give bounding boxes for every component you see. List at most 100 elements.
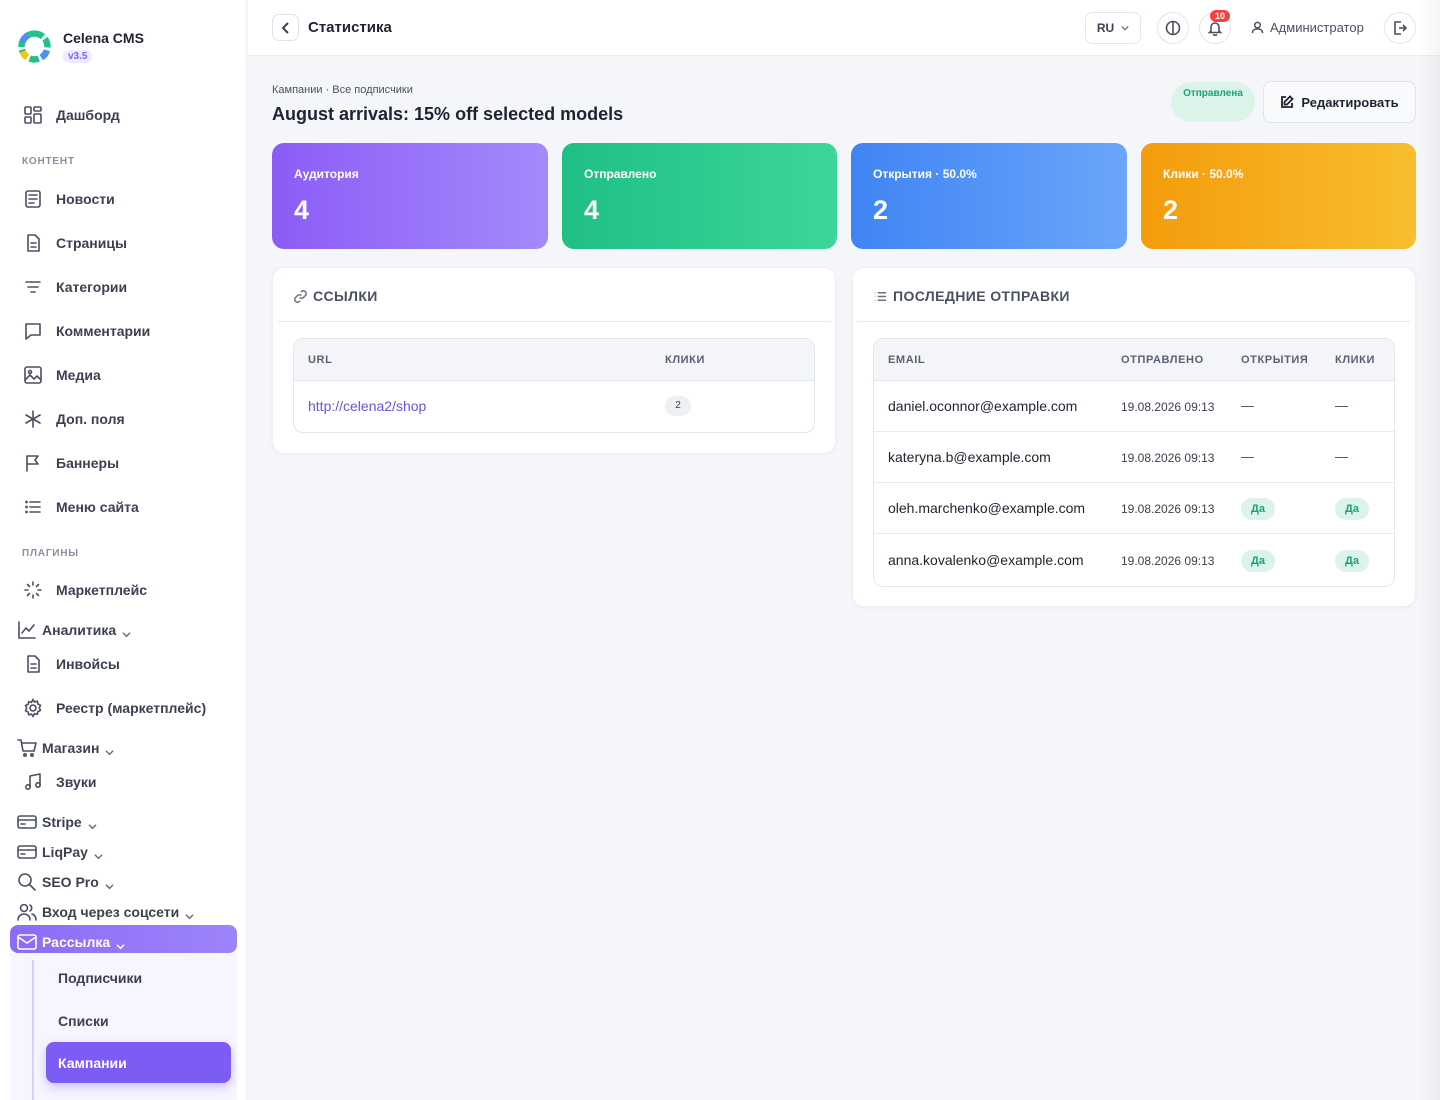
asterisk-icon bbox=[22, 408, 44, 430]
sidebar-item-dashboard[interactable]: Дашборд bbox=[22, 103, 120, 127]
sidebar-item-label: Страницы bbox=[56, 235, 127, 251]
mail-icon bbox=[16, 931, 38, 953]
sidebar-item-label: SEO Pro bbox=[42, 874, 99, 890]
recent-sends-title: ПОСЛЕДНИЕ ОТПРАВКИ bbox=[893, 288, 1070, 304]
sidebar-item-label: Новости bbox=[56, 191, 115, 207]
image-icon bbox=[22, 364, 44, 386]
user-name: Администратор bbox=[1270, 20, 1364, 35]
sidebar-item-label: Вход через соцсети bbox=[42, 904, 180, 920]
links-panel: ССЫЛКИ URL КЛИКИ http://celena2/shop 2 bbox=[272, 267, 836, 454]
sidebar-item-news[interactable]: Новости bbox=[22, 187, 115, 211]
sidebar-item-social-login[interactable]: Вход через соцсети bbox=[16, 900, 194, 924]
table-row: anna.kovalenko@example.com 19.08.2026 09… bbox=[874, 535, 1394, 586]
theme-toggle-button[interactable] bbox=[1157, 12, 1189, 44]
email-cell: anna.kovalenko@example.com bbox=[888, 552, 1084, 568]
news-icon bbox=[22, 188, 44, 210]
sidebar-item-analytics[interactable]: Аналитика bbox=[16, 618, 131, 642]
sidebar-item-comments[interactable]: Комментарии bbox=[22, 319, 150, 343]
sidebar-item-label: Магазин bbox=[42, 740, 100, 756]
column-header-email: EMAIL bbox=[888, 354, 926, 366]
table-row: kateryna.b@example.com 19.08.2026 09:13 … bbox=[874, 432, 1394, 483]
stat-card-sent: Отправлено 4 bbox=[562, 143, 837, 249]
edit-icon bbox=[1281, 95, 1295, 108]
sidebar-item-media[interactable]: Медиа bbox=[22, 363, 101, 387]
language-select[interactable]: RU bbox=[1085, 12, 1141, 44]
sidebar: Celena CMS v3.5 Дашборд КОНТЕНТ Новости … bbox=[0, 0, 247, 1100]
links-panel-title: ССЫЛКИ bbox=[313, 288, 378, 304]
submenu-item-subscribers[interactable]: Подписчики bbox=[58, 970, 142, 986]
column-header-opens: ОТКРЫТИЯ bbox=[1241, 354, 1309, 366]
link-url[interactable]: http://celena2/shop bbox=[308, 398, 426, 414]
sidebar-item-banners[interactable]: Баннеры bbox=[22, 451, 119, 475]
table-row: http://celena2/shop 2 bbox=[294, 381, 814, 432]
sidebar-item-label: Комментарии bbox=[56, 323, 151, 339]
submenu-line bbox=[32, 960, 34, 1100]
chevron-down-icon bbox=[94, 848, 103, 859]
comment-icon bbox=[22, 320, 44, 342]
divider bbox=[277, 321, 831, 322]
user-menu[interactable]: Администратор bbox=[1251, 20, 1364, 35]
sidebar-item-registry[interactable]: Реестр (маркетплейс) bbox=[22, 696, 206, 720]
table-row: oleh.marchenko@example.com 19.08.2026 09… bbox=[874, 483, 1394, 534]
notification-count-badge: 10 bbox=[1210, 10, 1231, 22]
sidebar-item-mailing[interactable]: Рассылка bbox=[16, 930, 125, 954]
sidebar-item-label: Звуки bbox=[56, 774, 97, 790]
recent-sends-table: EMAIL ОТПРАВЛЕНО ОТКРЫТИЯ КЛИКИ daniel.o… bbox=[873, 338, 1395, 587]
topbar: Статистика RU 10 Администратор bbox=[248, 0, 1440, 56]
sent-date-cell: 19.08.2026 09:13 bbox=[1121, 554, 1215, 568]
list-icon bbox=[874, 291, 887, 301]
sidebar-item-stripe[interactable]: Stripe bbox=[16, 810, 97, 834]
sidebar-item-liqpay[interactable]: LiqPay bbox=[16, 840, 103, 864]
sidebar-item-label: Рассылка bbox=[42, 934, 111, 950]
sidebar-item-marketplace[interactable]: Маркетплейс bbox=[22, 578, 147, 602]
credit-card-icon bbox=[16, 811, 38, 833]
sidebar-item-site-menu[interactable]: Меню сайта bbox=[22, 495, 139, 519]
chevron-down-icon bbox=[122, 626, 131, 637]
brand[interactable]: Celena CMS v3.5 bbox=[16, 28, 144, 65]
edit-button-label: Редактировать bbox=[1301, 94, 1399, 110]
chevron-down-icon bbox=[185, 908, 194, 919]
flag-icon bbox=[22, 452, 44, 474]
credit-card-icon bbox=[16, 841, 38, 863]
sent-date-cell: 19.08.2026 09:13 bbox=[1121, 400, 1215, 414]
sidebar-item-pages[interactable]: Страницы bbox=[22, 231, 127, 255]
invoice-icon bbox=[22, 653, 44, 675]
page-icon bbox=[22, 232, 44, 254]
breadcrumb[interactable]: Кампании · Все подписчики bbox=[272, 84, 413, 96]
opens-cell: — bbox=[1241, 398, 1254, 413]
edit-button[interactable]: Редактировать bbox=[1263, 81, 1416, 123]
submenu-item-lists[interactable]: Списки bbox=[58, 1013, 109, 1029]
sidebar-item-shop[interactable]: Магазин bbox=[16, 736, 115, 760]
sidebar-item-label: Меню сайта bbox=[56, 499, 139, 515]
contrast-icon bbox=[1165, 20, 1181, 36]
sidebar-item-custom-fields[interactable]: Доп. поля bbox=[22, 407, 125, 431]
column-header-clicks: КЛИКИ bbox=[665, 354, 705, 366]
brand-name: Celena CMS bbox=[63, 29, 144, 46]
sidebar-item-sounds[interactable]: Звуки bbox=[22, 770, 96, 794]
sidebar-item-label: Инвойсы bbox=[56, 656, 120, 672]
stat-label: Клики · 50.0% bbox=[1163, 167, 1244, 181]
sidebar-item-label: Аналитика bbox=[42, 622, 117, 638]
back-button[interactable] bbox=[272, 14, 299, 41]
clicks-cell: — bbox=[1335, 449, 1348, 464]
stat-card-clicks: Клики · 50.0% 2 bbox=[1141, 143, 1416, 249]
submenu-item-campaigns[interactable]: Кампании bbox=[58, 1055, 127, 1071]
chevron-down-icon bbox=[105, 878, 114, 889]
sidebar-item-label: Баннеры bbox=[56, 455, 120, 471]
table-header: EMAIL ОТПРАВЛЕНО ОТКРЫТИЯ КЛИКИ bbox=[874, 339, 1394, 381]
clicked-yes-badge: Да bbox=[1335, 498, 1369, 520]
sidebar-item-categories[interactable]: Категории bbox=[22, 275, 127, 299]
email-cell: kateryna.b@example.com bbox=[888, 449, 1051, 465]
links-table: URL КЛИКИ http://celena2/shop 2 bbox=[293, 338, 815, 433]
status-badge: Отправлена bbox=[1171, 82, 1255, 122]
celena-logo-icon bbox=[18, 30, 51, 63]
logout-button[interactable] bbox=[1384, 12, 1416, 44]
sidebar-item-invoices[interactable]: Инвойсы bbox=[22, 652, 120, 676]
section-label-content: КОНТЕНТ bbox=[22, 156, 75, 167]
sidebar-item-label: Stripe bbox=[42, 814, 82, 830]
opens-cell: — bbox=[1241, 449, 1254, 464]
music-note-icon bbox=[22, 771, 44, 793]
sidebar-item-seo[interactable]: SEO Pro bbox=[16, 870, 114, 894]
clicks-cell: — bbox=[1335, 398, 1348, 413]
chevron-left-icon bbox=[281, 21, 289, 34]
